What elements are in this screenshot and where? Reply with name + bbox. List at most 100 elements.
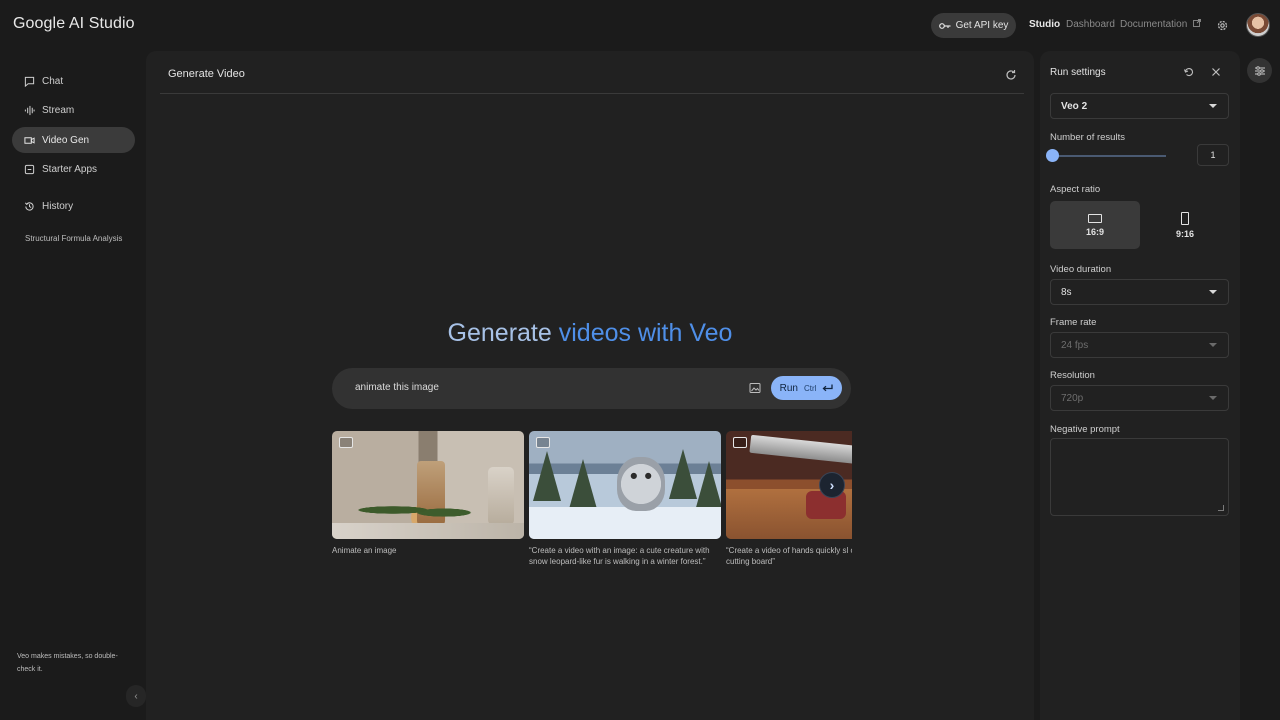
aspect-option-label: 9:16 xyxy=(1175,228,1194,239)
number-of-results-label: Number of results xyxy=(1050,132,1125,143)
example-caption: Animate an image xyxy=(332,546,397,555)
sidebar-item-label: Stream xyxy=(42,104,75,116)
sidebar-item-history[interactable]: History xyxy=(12,193,135,219)
run-shortcut: Ctrl xyxy=(803,383,817,393)
sidebar-item-chat[interactable]: Chat xyxy=(12,68,135,94)
top-bar: Google AI Studio Get API key Studio Dash… xyxy=(0,0,1280,50)
example-thumbnail xyxy=(529,431,721,539)
history-icon xyxy=(24,201,34,211)
video-duration-label: Video duration xyxy=(1050,264,1112,275)
dropdown-caret-icon xyxy=(1209,396,1217,400)
model-select[interactable]: Veo 2 xyxy=(1050,93,1229,119)
knife-shape xyxy=(749,434,852,466)
sidebar-item-label: History xyxy=(42,200,74,212)
tree-shape xyxy=(569,459,597,509)
apps-icon xyxy=(24,164,35,174)
video-icon xyxy=(24,136,35,144)
resolution-value: 720p xyxy=(1061,392,1084,404)
hero-headline: Generate videos with Veo xyxy=(146,319,1034,348)
key-icon xyxy=(938,22,951,29)
example-thumbnail xyxy=(332,431,524,539)
page-title: Generate Video xyxy=(168,68,245,80)
aspect-ratio-label: Aspect ratio xyxy=(1050,184,1101,195)
run-settings-title: Run settings xyxy=(1050,67,1106,78)
sidebar: Chat Stream Video Gen Starter Apps Histo… xyxy=(0,50,146,720)
example-caption: “Create a video of hands quickly sl on a… xyxy=(726,546,852,566)
frame-rate-value: 24 fps xyxy=(1061,339,1089,351)
snow-shape xyxy=(529,507,721,539)
example-card[interactable]: “Create a video of hands quickly sl on a… xyxy=(726,431,852,567)
portrait-icon xyxy=(1181,211,1189,225)
studio-link[interactable]: Studio xyxy=(1029,19,1060,30)
user-avatar[interactable] xyxy=(1246,13,1270,37)
get-api-key-button[interactable]: Get API key xyxy=(931,13,1016,38)
number-of-results-input[interactable]: 1 xyxy=(1197,144,1229,166)
leaves-shape xyxy=(342,497,512,523)
dropdown-caret-icon xyxy=(1209,343,1217,347)
examples-carousel: Animate an image “Create a video with an… xyxy=(332,431,852,581)
get-api-key-label: Get API key xyxy=(955,20,1009,31)
prompt-input[interactable]: animate this image Run Ctrl xyxy=(332,368,851,409)
dashboard-link[interactable]: Dashboard xyxy=(1066,19,1115,30)
example-card[interactable]: “Create a video with an image: a cute cr… xyxy=(529,431,721,567)
sidebar-item-label: Starter Apps xyxy=(42,163,98,175)
negative-prompt-input[interactable] xyxy=(1050,438,1229,516)
aspect-16-9-option[interactable]: 16:9 xyxy=(1050,201,1140,249)
sidebar-item-label: Video Gen xyxy=(42,134,90,146)
enter-icon xyxy=(822,384,834,392)
sidebar-item-starter-apps[interactable]: Starter Apps xyxy=(12,156,135,182)
video-camera-icon xyxy=(339,437,353,448)
headline-part1: Generate xyxy=(447,319,552,347)
sidebar-item-video-gen[interactable]: Video Gen xyxy=(12,127,135,153)
dropdown-caret-icon xyxy=(1209,290,1217,294)
tree-shape xyxy=(669,449,697,499)
video-camera-icon xyxy=(733,437,747,448)
resize-handle-icon[interactable] xyxy=(1218,505,1224,511)
aspect-option-label: 16:9 xyxy=(1085,226,1104,237)
landscape-icon xyxy=(1088,213,1102,223)
example-caption: “Create a video with an image: a cute cr… xyxy=(529,546,710,566)
tune-icon xyxy=(1254,65,1265,76)
frame-rate-label: Frame rate xyxy=(1050,317,1097,328)
video-duration-select[interactable]: 8s xyxy=(1050,279,1229,305)
prompt-text[interactable]: animate this image xyxy=(355,382,439,393)
video-duration-value: 8s xyxy=(1061,286,1072,298)
tree-shape xyxy=(695,461,721,511)
refresh-icon[interactable] xyxy=(1005,69,1017,81)
close-icon[interactable] xyxy=(1210,66,1222,78)
run-button[interactable]: Run Ctrl xyxy=(771,376,842,400)
sidebar-item-stream[interactable]: Stream xyxy=(12,97,135,123)
chevron-left-icon: ‹ xyxy=(134,690,138,702)
documentation-label: Documentation xyxy=(1120,19,1188,30)
documentation-link[interactable]: Documentation xyxy=(1120,19,1201,30)
external-link-icon xyxy=(1193,19,1201,27)
stream-icon xyxy=(24,105,35,115)
negative-prompt-label: Negative prompt xyxy=(1050,424,1120,435)
image-upload-icon[interactable] xyxy=(749,382,761,394)
collapse-sidebar-button[interactable]: ‹ xyxy=(126,685,146,707)
reset-settings-icon[interactable] xyxy=(1183,66,1195,78)
carousel-next-button[interactable]: › xyxy=(819,472,845,498)
results-slider-thumb[interactable] xyxy=(1046,149,1059,162)
history-entry[interactable]: Structural Formula Analysis xyxy=(25,234,122,243)
frame-rate-select: 24 fps xyxy=(1050,332,1229,358)
resolution-select: 720p xyxy=(1050,385,1229,411)
dropdown-caret-icon xyxy=(1209,104,1217,108)
disclaimer-text: Veo makes mistakes, so double-check it. xyxy=(17,653,118,673)
settings-gear-icon[interactable] xyxy=(1216,19,1229,32)
example-card[interactable]: Animate an image xyxy=(332,431,524,556)
chevron-right-icon: › xyxy=(829,477,835,493)
run-settings-panel: Run settings Veo 2 Number of results 1 A… xyxy=(1040,51,1240,720)
toggle-run-settings-button[interactable] xyxy=(1247,58,1272,83)
aspect-9-16-option[interactable]: 9:16 xyxy=(1140,201,1230,249)
snow-leopard-shape xyxy=(617,457,665,511)
counter-shape xyxy=(332,523,524,539)
resolution-label: Resolution xyxy=(1050,370,1095,381)
tree-shape xyxy=(533,451,561,501)
headline-part2: videos with Veo xyxy=(558,319,733,347)
results-slider-track[interactable] xyxy=(1052,155,1166,157)
app-title: Google AI Studio xyxy=(13,15,135,32)
chat-icon xyxy=(24,76,35,87)
model-value: Veo 2 xyxy=(1061,100,1088,112)
video-camera-icon xyxy=(536,437,550,448)
